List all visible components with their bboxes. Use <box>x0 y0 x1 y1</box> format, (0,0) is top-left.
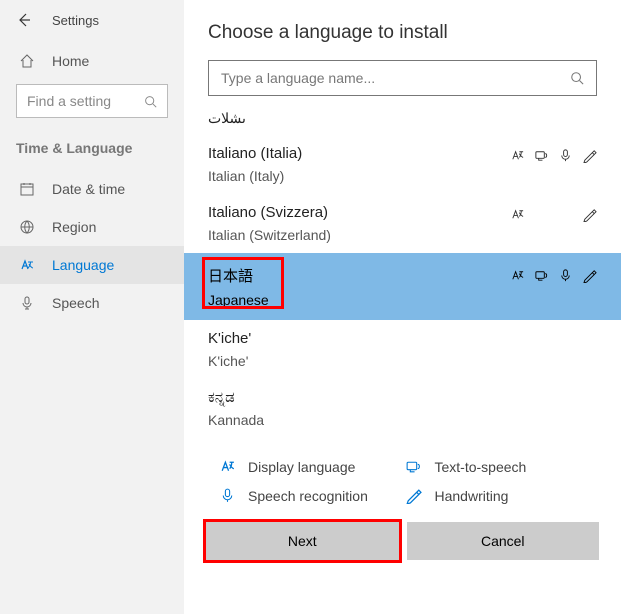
nav-date-time[interactable]: Date & time <box>0 170 184 208</box>
language-list[interactable]: ىشلات Italiano (Italia) Italian (Italy) … <box>184 110 621 438</box>
language-english-name: Italian (Italy) <box>208 168 509 184</box>
language-item[interactable]: ಕನ್ನಡ Kannada <box>184 379 621 438</box>
legend-label: Display language <box>248 459 355 475</box>
back-icon[interactable] <box>16 12 32 28</box>
language-features <box>509 265 597 283</box>
dialog-buttons: Next Cancel <box>206 522 599 560</box>
nav-label: Home <box>52 53 89 69</box>
handwriting-icon <box>581 267 597 283</box>
language-search-input[interactable]: Type a language name... <box>208 60 597 96</box>
language-english-name: Kannada <box>208 412 597 428</box>
nav-speech[interactable]: Speech <box>0 284 184 322</box>
language-features <box>509 204 597 222</box>
language-native-name: Italiano (Svizzera) <box>208 204 509 221</box>
language-english-name: Italian (Switzerland) <box>208 227 509 243</box>
legend-speech-recognition: Speech recognition <box>216 481 403 510</box>
language-english-name: K'iche' <box>208 353 597 369</box>
tts-icon <box>533 147 549 163</box>
handwriting-icon <box>403 487 425 504</box>
cancel-button[interactable]: Cancel <box>407 522 600 560</box>
display-language-icon <box>509 267 525 283</box>
search-placeholder: Type a language name... <box>221 70 375 86</box>
globe-icon <box>16 219 38 235</box>
speech-recognition-icon <box>557 147 573 163</box>
language-icon <box>16 257 38 273</box>
display-language-icon <box>216 458 238 475</box>
display-language-icon <box>509 147 525 163</box>
sidebar-header: Settings <box>0 12 184 42</box>
legend-label: Speech recognition <box>248 488 368 504</box>
display-language-icon <box>509 206 525 222</box>
legend-display-language: Display language <box>216 452 403 481</box>
nav-label: Date & time <box>52 181 125 197</box>
calendar-icon <box>16 181 38 197</box>
legend-label: Handwriting <box>435 488 509 504</box>
language-item[interactable]: K'iche' K'iche' <box>184 320 621 379</box>
language-item[interactable]: Italiano (Svizzera) Italian (Switzerland… <box>184 194 621 253</box>
language-native-name: Italiano (Italia) <box>208 145 509 162</box>
nav-home[interactable]: Home <box>0 42 184 80</box>
language-native-name: K'iche' <box>208 330 597 347</box>
search-icon <box>144 95 157 108</box>
legend-label: Text-to-speech <box>435 459 527 475</box>
language-features <box>509 145 597 163</box>
speech-recognition-icon <box>557 267 573 283</box>
nav-region[interactable]: Region <box>0 208 184 246</box>
handwriting-icon <box>581 147 597 163</box>
section-header: Time & Language <box>0 134 184 170</box>
language-item[interactable]: ىشلات <box>184 110 621 135</box>
sidebar-title: Settings <box>52 13 99 28</box>
search-icon <box>570 71 584 85</box>
find-placeholder: Find a setting <box>27 93 111 109</box>
feature-legend: Display language Text-to-speech Speech r… <box>208 438 597 510</box>
language-item[interactable]: Italiano (Italia) Italian (Italy) <box>184 135 621 194</box>
language-install-dialog: Choose a language to install Type a lang… <box>184 0 621 614</box>
legend-tts: Text-to-speech <box>403 452 590 481</box>
dialog-title: Choose a language to install <box>208 22 597 44</box>
home-icon <box>16 53 38 69</box>
find-setting-input[interactable]: Find a setting <box>16 84 168 118</box>
mic-icon <box>16 295 38 311</box>
settings-sidebar: Settings Home Find a setting Time & Lang… <box>0 0 184 614</box>
legend-handwriting: Handwriting <box>403 481 590 510</box>
nav-label: Region <box>52 219 96 235</box>
tts-icon <box>533 267 549 283</box>
handwriting-icon <box>581 206 597 222</box>
nav-label: Speech <box>52 295 99 311</box>
language-item-selected[interactable]: 日本語 Japanese <box>184 253 621 320</box>
language-native-name: 日本語 <box>208 265 509 286</box>
tts-icon <box>403 458 425 475</box>
next-button[interactable]: Next <box>206 522 399 560</box>
language-english-name: Japanese <box>208 292 509 308</box>
nav-label: Language <box>52 257 114 273</box>
speech-recognition-icon <box>216 487 238 504</box>
language-native-name: ಕನ್ನಡ <box>208 389 597 406</box>
nav-language[interactable]: Language <box>0 246 184 284</box>
